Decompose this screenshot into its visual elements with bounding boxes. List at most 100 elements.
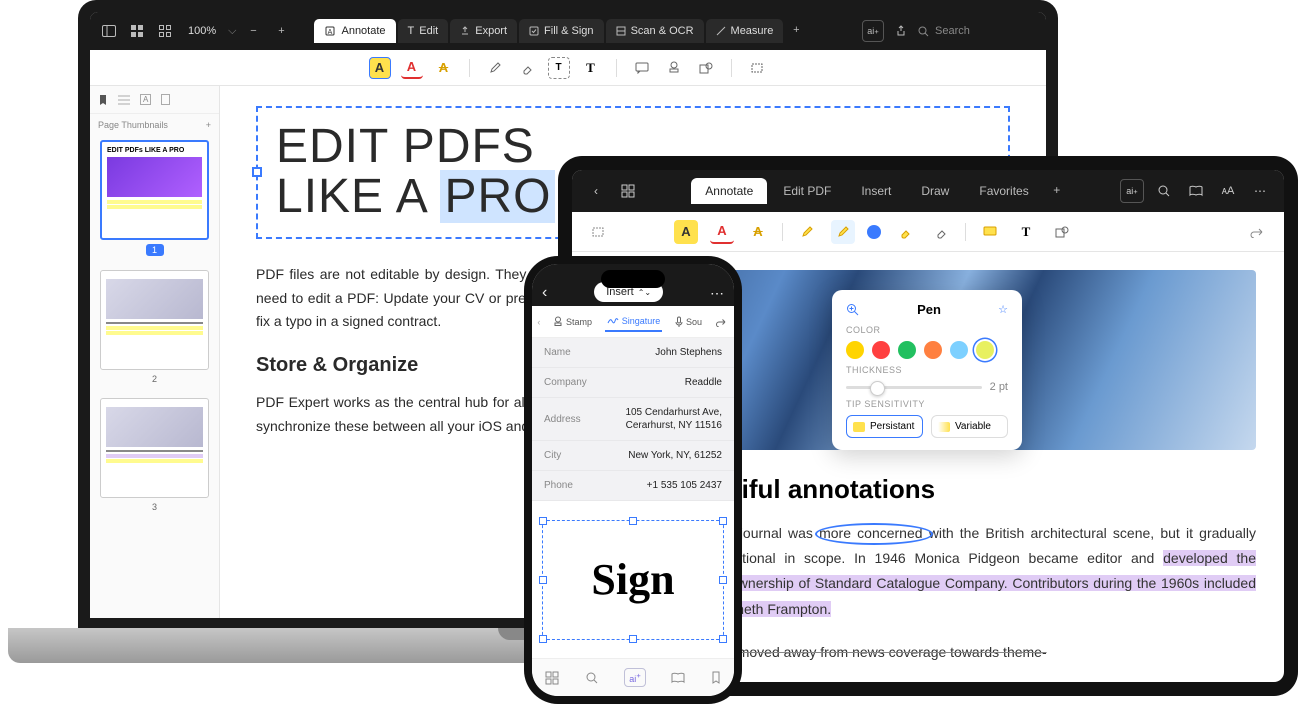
more-icon[interactable]: ⋯ — [1248, 179, 1272, 203]
tab-measure[interactable]: Measure — [706, 19, 784, 43]
color-green[interactable] — [898, 341, 916, 359]
prev-tool-icon[interactable]: ‹ — [537, 317, 540, 327]
select-area-icon[interactable] — [746, 57, 768, 79]
strike-yellow[interactable]: A — [746, 220, 770, 244]
page-icon[interactable] — [161, 94, 170, 105]
search-input[interactable]: Search — [918, 25, 1038, 37]
color-lightblue[interactable] — [950, 341, 968, 359]
mac-toolbar: 100% ⌵ − + A Annotate T Edit Export — [90, 12, 1046, 50]
tip-persistent[interactable]: Persistant — [846, 415, 923, 438]
grid-icon[interactable] — [616, 179, 640, 203]
search-icon — [918, 26, 929, 37]
share-icon[interactable] — [890, 20, 912, 42]
signature-box[interactable]: Sign — [542, 520, 724, 640]
eraser-yellow-icon[interactable] — [893, 220, 917, 244]
add-tab-icon[interactable]: + — [785, 19, 807, 41]
grid-icon[interactable] — [545, 671, 559, 685]
field-company[interactable]: CompanyReaddle — [532, 368, 734, 398]
tab-annotate[interactable]: A Annotate — [314, 19, 395, 43]
text-box-icon[interactable]: T — [548, 57, 570, 79]
note-icon[interactable] — [631, 57, 653, 79]
undo-icon[interactable] — [1246, 220, 1270, 244]
pen-icon[interactable] — [484, 57, 506, 79]
sidebar-toggle-icon[interactable] — [98, 20, 120, 42]
ipad-tab-insert[interactable]: Insert — [847, 178, 905, 204]
tool-sound[interactable]: Sou — [673, 312, 704, 332]
outline-icon[interactable] — [118, 95, 130, 105]
eraser-icon[interactable] — [929, 220, 953, 244]
stamp-icon[interactable] — [663, 57, 685, 79]
add-tab-icon[interactable]: + — [1045, 178, 1069, 202]
highlight-yellow[interactable]: A — [369, 57, 391, 79]
add-page-icon[interactable]: + — [206, 120, 211, 130]
back-icon[interactable]: ‹ — [542, 284, 547, 302]
thickness-value: 2 pt — [990, 381, 1008, 393]
bookmark-icon[interactable] — [711, 671, 721, 684]
tab-edit[interactable]: T Edit — [398, 19, 449, 43]
strike-yellow[interactable]: A — [433, 57, 455, 79]
tab-fill-sign[interactable]: Fill & Sign — [519, 19, 604, 43]
ai-icon[interactable]: ai+ — [862, 20, 884, 42]
zoom-in-icon[interactable]: + — [270, 20, 292, 42]
tip-variable[interactable]: Variable — [931, 415, 1008, 438]
ai-icon[interactable]: ai+ — [624, 668, 645, 687]
note-yellow-icon[interactable] — [978, 220, 1002, 244]
select-area-icon[interactable] — [586, 220, 610, 244]
tab-export[interactable]: Export — [450, 19, 517, 43]
color-lime[interactable] — [976, 341, 994, 359]
color-orange[interactable] — [924, 341, 942, 359]
field-phone[interactable]: Phone+1 535 105 2437 — [532, 471, 734, 501]
eraser-icon[interactable] — [516, 57, 538, 79]
ipad-tab-annotate[interactable]: Annotate — [691, 178, 767, 204]
thumbnails-icon[interactable] — [154, 20, 176, 42]
field-address[interactable]: Address105 Cendarhurst Ave, Cerarhurst, … — [532, 398, 734, 441]
book-icon[interactable] — [671, 672, 685, 684]
favorite-icon[interactable]: ☆ — [998, 303, 1008, 316]
book-icon[interactable] — [1184, 179, 1208, 203]
underline-red[interactable]: A — [401, 57, 423, 79]
zoom-out-icon[interactable]: − — [242, 20, 264, 42]
grid-view-icon[interactable] — [126, 20, 148, 42]
annotate-icon: A — [324, 25, 336, 37]
thumbnail-2[interactable]: 2 — [100, 270, 209, 384]
bookmark-icon[interactable] — [98, 94, 108, 106]
mac-annotation-toolbar: A A A T T — [90, 50, 1046, 86]
tool-stamp[interactable]: Stamp — [551, 312, 594, 332]
highlight-yellow[interactable]: A — [674, 220, 698, 244]
blue-dot[interactable] — [867, 225, 881, 239]
text-size-icon[interactable]: ᴀA — [1216, 179, 1240, 203]
more-icon[interactable]: ⋯ — [710, 285, 724, 302]
undo-icon[interactable] — [715, 317, 729, 327]
text-icon[interactable]: T — [1014, 220, 1038, 244]
shape-icon[interactable] — [1050, 220, 1074, 244]
text-icon[interactable]: T — [580, 57, 602, 79]
marker-icon[interactable] — [831, 220, 855, 244]
field-name[interactable]: NameJohn Stephens — [532, 338, 734, 368]
shape-icon[interactable] — [695, 57, 717, 79]
underline-red[interactable]: A — [710, 220, 734, 244]
back-icon[interactable]: ‹ — [584, 179, 608, 203]
thumbnail-3[interactable]: 3 — [100, 398, 209, 512]
color-yellow[interactable] — [846, 341, 864, 359]
search-icon[interactable] — [1152, 179, 1176, 203]
zoom-level[interactable]: 100% — [182, 25, 222, 37]
ipad-tab-draw[interactable]: Draw — [907, 178, 963, 204]
ipad-tab-edit[interactable]: Edit PDF — [769, 178, 845, 204]
thumbnail-1[interactable]: EDIT PDFs LIKE A PRO 1 — [100, 140, 209, 256]
form-fields: NameJohn Stephens CompanyReaddle Address… — [532, 338, 734, 501]
ipad-tab-favorites[interactable]: Favorites — [965, 178, 1042, 204]
pen-yellow-icon[interactable] — [795, 220, 819, 244]
doc-title-line2a: LIKE A — [276, 170, 440, 223]
thickness-slider[interactable] — [846, 386, 982, 389]
annotations-list-icon[interactable]: A — [140, 94, 151, 105]
field-city[interactable]: CityNew York, NY, 61252 — [532, 441, 734, 471]
tool-signature[interactable]: Singature — [605, 312, 663, 332]
iphone-device: ‹ Insert ⌃⌄ ⋯ ‹ Stamp Singature Sou Name… — [524, 256, 742, 704]
color-red[interactable] — [872, 341, 890, 359]
search-icon[interactable] — [585, 671, 599, 685]
pen-settings-popover: Pen ☆ COLOR THICKNESS — [832, 290, 1022, 450]
ipad-annotation-toolbar: A A A T — [572, 212, 1284, 252]
tab-scan-ocr[interactable]: Scan & OCR — [606, 19, 704, 43]
ai-icon[interactable]: ai+ — [1120, 179, 1144, 203]
zoom-in-icon[interactable] — [846, 303, 860, 317]
